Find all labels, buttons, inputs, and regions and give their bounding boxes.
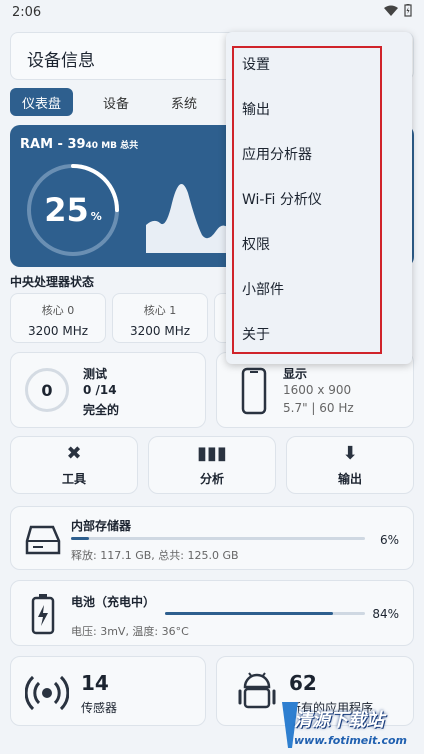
display-title: 显示 — [283, 367, 308, 381]
export-button[interactable]: ⬇ 输出 — [286, 436, 414, 494]
ram-percent-unit: % — [90, 209, 102, 223]
page-title: 设备信息 — [27, 51, 95, 71]
storage-title: 内部存储器 — [71, 519, 132, 533]
phone-icon — [241, 367, 267, 415]
tests-progress: 0 /14 — [83, 383, 117, 397]
storage-bar — [71, 537, 365, 540]
tests-title: 测试 — [83, 367, 108, 381]
wifi-icon — [384, 5, 398, 16]
status-icons — [384, 4, 412, 17]
ram-percent: 25% — [24, 161, 122, 259]
tools-button[interactable]: ✖ 工具 — [10, 436, 138, 494]
status-bar: 2:06 — [0, 0, 424, 24]
cpu-core-card: 核心 1 3200 MHz — [112, 293, 208, 343]
download-icon: ⬇ — [342, 443, 358, 464]
display-spec: 5.7" | 60 Hz — [283, 401, 354, 415]
analysis-button[interactable]: ▮▮▮ 分析 — [148, 436, 276, 494]
android-icon — [238, 672, 276, 709]
sensors-card[interactable]: 14 传感器 — [10, 656, 206, 726]
apps-count: 62 — [289, 671, 317, 695]
sensors-label: 传感器 — [81, 701, 118, 715]
sensors-count: 14 — [81, 671, 109, 695]
tab-dashboard[interactable]: 仪表盘 — [10, 88, 74, 116]
storage-icon — [25, 525, 61, 555]
ram-percent-value: 25 — [44, 191, 89, 229]
battery-icon — [404, 4, 412, 17]
battery-title: 电池（充电中） — [71, 595, 156, 609]
cpu-core-name: 核心 1 — [143, 304, 177, 317]
battery-percent: 84% — [372, 607, 399, 621]
watermark-text: 清源下载站 — [294, 710, 384, 731]
storage-detail: 释放: 117.1 GB, 总共: 125.0 GB — [71, 549, 239, 562]
display-resolution: 1600 x 900 — [283, 383, 352, 397]
cpu-section-title: 中央处理器状态 — [10, 275, 95, 289]
tab-system[interactable]: 系统 — [159, 88, 209, 116]
cpu-core-card: 核心 0 3200 MHz — [10, 293, 106, 343]
watermark: 清源下载站 www.fotimeit.com — [278, 700, 424, 754]
cpu-core-freq: 3200 MHz — [27, 324, 89, 338]
watermark-url: www.fotimeit.com — [294, 734, 408, 747]
tests-status: 完全的 — [83, 403, 120, 417]
ram-total-unit: 40 MB 总共 — [85, 141, 139, 151]
battery-card[interactable]: 电池（充电中） 84% 电压: 3mV, 温度: 36°C — [10, 580, 414, 646]
storage-bar-fill — [71, 537, 89, 540]
export-label: 输出 — [337, 472, 362, 486]
cpu-core-name: 核心 0 — [41, 304, 75, 317]
ram-total: RAM - 39 — [20, 137, 86, 152]
menu-highlight-box — [232, 46, 382, 354]
battery-bar-fill — [165, 612, 333, 615]
chart-icon: ▮▮▮ — [197, 443, 227, 464]
battery-detail: 电压: 3mV, 温度: 36°C — [71, 625, 189, 638]
battery-charging-icon — [31, 594, 55, 635]
sensor-icon — [25, 675, 69, 711]
storage-card[interactable]: 内部存储器 6% 释放: 117.1 GB, 总共: 125.0 GB — [10, 506, 414, 570]
tools-icon: ✖ — [66, 443, 82, 464]
status-time: 2:06 — [12, 5, 42, 20]
tests-count-circle: 0 — [25, 368, 69, 412]
battery-bar — [165, 612, 365, 615]
cpu-core-freq: 3200 MHz — [129, 324, 191, 338]
tab-device[interactable]: 设备 — [91, 88, 141, 116]
tests-card[interactable]: 0 测试 0 /14 完全的 — [10, 352, 206, 428]
tools-label: 工具 — [61, 472, 86, 486]
analysis-label: 分析 — [199, 472, 224, 486]
storage-percent: 6% — [379, 533, 399, 547]
ram-title: RAM - 3940 MB 总共 — [20, 137, 138, 152]
tab-bar: 仪表盘 设备 系统 — [10, 88, 209, 116]
